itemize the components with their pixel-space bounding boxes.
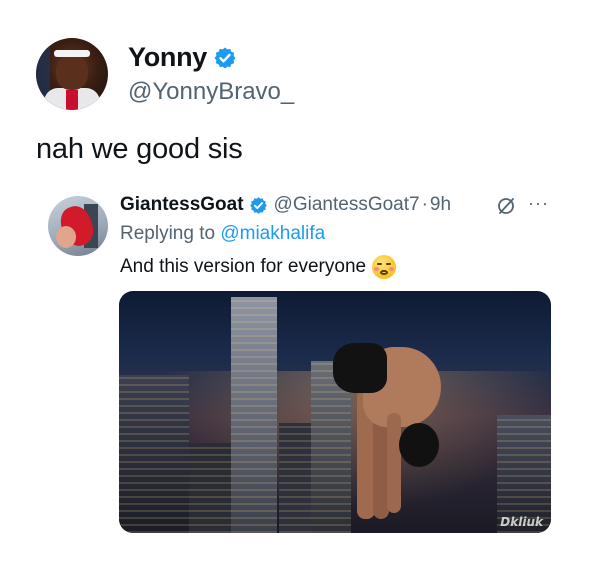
quoted-text: And this version for everyone	[120, 256, 367, 277]
quoted-display-name[interactable]: GiantessGoat	[120, 194, 244, 216]
quoted-text-row: And this version for everyone	[120, 255, 397, 279]
more-options-icon[interactable]: ···	[528, 194, 549, 212]
circle-slash-icon[interactable]	[496, 196, 516, 216]
tweet-text: nah we good sis	[36, 133, 243, 165]
replying-mention-link[interactable]: @miakhalifa	[220, 223, 325, 244]
anguished-face-emoji-icon	[372, 255, 397, 279]
quoted-timestamp[interactable]: 9h	[430, 194, 451, 216]
replying-prefix: Replying to	[120, 223, 216, 244]
verified-badge-icon	[249, 196, 267, 214]
quoted-handle[interactable]: @GiantessGoat7	[274, 194, 420, 216]
media-watermark: Dkliuk	[500, 515, 543, 529]
verified-badge-icon	[214, 47, 236, 68]
author-display-name[interactable]: Yonny	[128, 42, 207, 73]
separator-dot: ·	[421, 194, 428, 215]
author-avatar[interactable]	[36, 38, 108, 110]
giant-figure	[333, 343, 443, 519]
quoted-header: GiantessGoat @GiantessGoat7 · 9h	[120, 194, 451, 216]
replying-to: Replying to @miakhalifa	[120, 223, 325, 245]
tweet-card: Yonny @YonnyBravo_ nah we good sis Giant…	[0, 0, 599, 573]
quoted-author-avatar[interactable]	[48, 196, 108, 256]
author-name-row: Yonny	[128, 42, 237, 73]
author-handle[interactable]: @YonnyBravo_	[128, 78, 294, 106]
quoted-media-image[interactable]: Dkliuk	[119, 291, 551, 533]
